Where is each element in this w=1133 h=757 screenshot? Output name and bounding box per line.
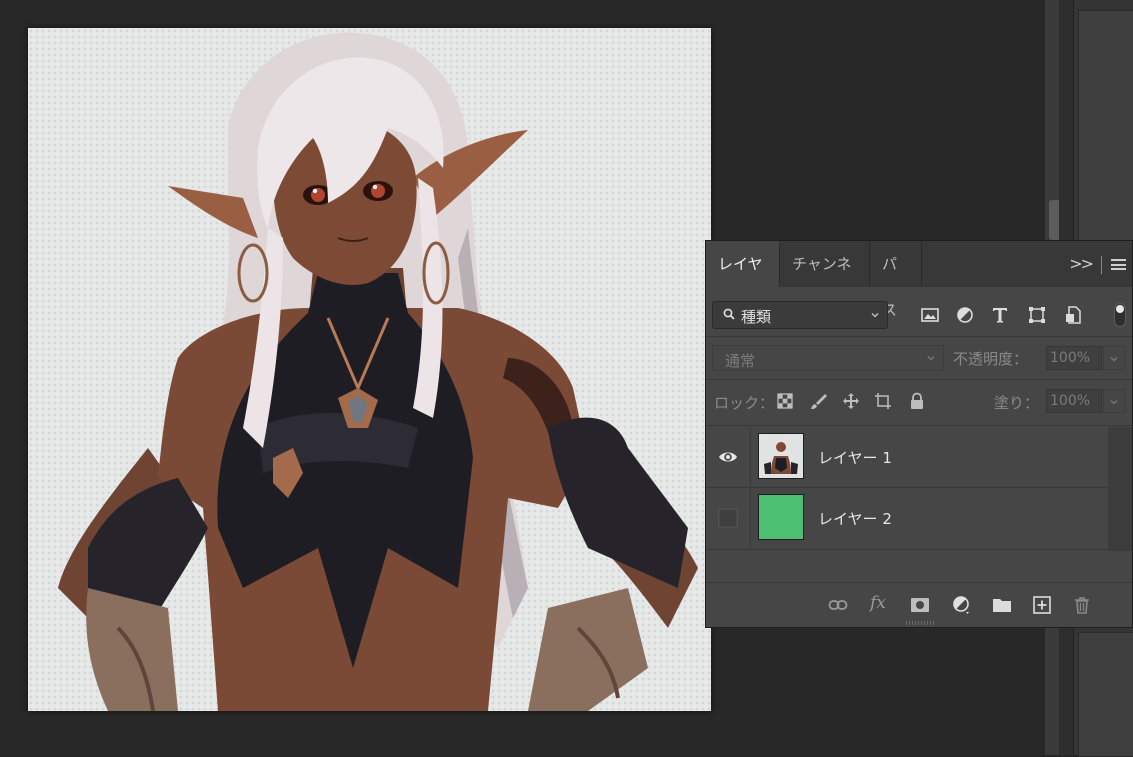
filter-toggle-switch[interactable] [1114,303,1126,327]
group-folder-icon[interactable] [992,595,1012,615]
visibility-toggle-empty[interactable] [718,508,738,528]
delete-layer-icon[interactable] [1072,595,1092,615]
layer-name[interactable]: レイヤー 1 [818,447,892,468]
blend-mode-select[interactable]: 通常 [712,345,944,371]
eye-icon[interactable] [718,447,738,467]
fx-icon[interactable]: fx [870,593,890,613]
lock-transparent-icon[interactable] [776,392,794,410]
character-thumbnail [764,437,798,474]
tabbar-separator [1101,256,1102,274]
layers-list-scrollbar[interactable] [1108,427,1132,551]
separator [706,336,1132,337]
lock-label: ロック： [714,394,775,412]
chevron-down-icon [1110,400,1118,405]
layer-row[interactable]: レイヤー 1 [706,427,1108,487]
opacity-input[interactable]: 100% [1046,346,1102,370]
image-filter-icon[interactable] [920,305,940,325]
layer-thumbnail [758,433,804,479]
link-layers-icon[interactable] [828,595,848,615]
layer-row-divider [750,488,751,548]
panel-tabbar: レイヤー チャンネル パス >> [706,241,1132,319]
opacity-slider-button[interactable] [1103,346,1125,370]
layer-row-divider [750,427,751,487]
dock-collapsed-panel[interactable] [1078,10,1133,242]
layers-panel: レイヤー チャンネル パス >> 種類 [705,240,1133,628]
lock-all-icon[interactable] [908,392,926,410]
separator [706,425,1132,426]
new-layer-icon[interactable] [1032,595,1052,615]
search-icon [723,308,735,320]
dock-collapsed-panel[interactable] [1078,632,1133,757]
expand-panels-button[interactable]: >> [1069,254,1094,273]
smart-object-filter-icon[interactable] [1063,305,1083,325]
chevron-down-icon [927,356,935,361]
adjustment-filter-icon[interactable] [955,305,975,325]
type-filter-icon[interactable] [990,305,1010,325]
lock-artboard-icon[interactable] [874,392,892,410]
layer-thumbnail [758,494,804,540]
shape-filter-icon[interactable] [1027,305,1047,325]
adjustment-layer-icon[interactable] [952,595,972,615]
tab-paths[interactable]: パス [870,241,922,319]
chevron-down-icon [1110,357,1118,362]
chevron-down-icon [871,313,879,318]
panel-resize-grip[interactable] [906,621,934,625]
tab-channels[interactable]: チャンネル [780,241,870,319]
panel-menu-icon[interactable] [1111,259,1126,270]
tab-layers[interactable]: レイヤー [706,241,780,319]
layer-filter-select[interactable]: 種類 [712,301,888,329]
blend-mode-value: 通常 [725,352,756,370]
layer-row[interactable]: レイヤー 2 [706,488,1108,548]
layer-mask-icon[interactable] [910,595,930,615]
lock-paint-icon[interactable] [810,392,828,410]
lock-move-icon[interactable] [842,392,860,410]
opacity-label: 不透明度： [953,350,1029,368]
character-artwork [58,32,698,711]
filter-kind-label: 種類 [741,308,772,326]
fill-input[interactable]: 100% [1046,389,1102,413]
fill-label: 塗り： [994,394,1040,412]
layer-name[interactable]: レイヤー 2 [818,508,892,529]
document-canvas[interactable] [28,28,711,711]
separator [706,549,1108,550]
layers-panel-footer: fx [706,582,1132,627]
fill-slider-button[interactable] [1103,389,1125,413]
separator [706,379,1132,380]
